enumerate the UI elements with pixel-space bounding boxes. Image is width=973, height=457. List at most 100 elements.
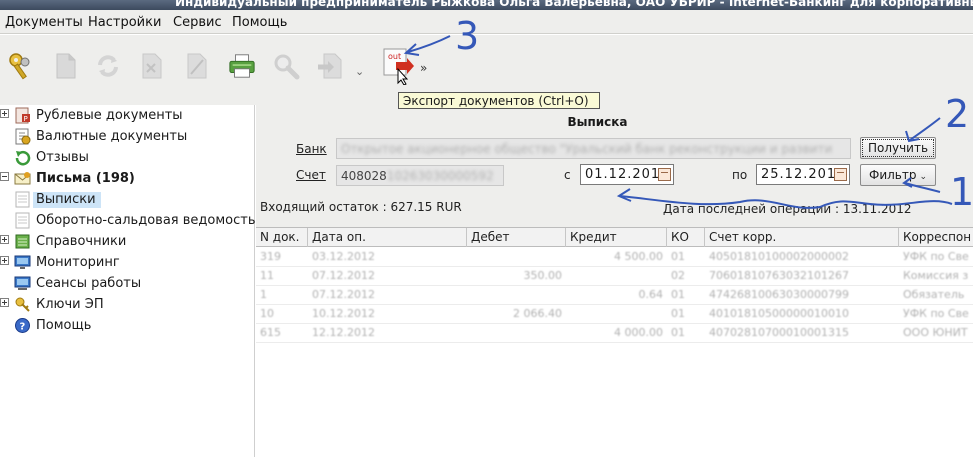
- edit-document-icon[interactable]: [183, 51, 211, 81]
- from-date-value: 01.12.201: [585, 167, 661, 182]
- cell-debit: 350.00: [523, 269, 563, 282]
- sidebar-item-label: Мониторинг: [36, 255, 120, 270]
- export-icon-text: out: [388, 52, 401, 61]
- table-row[interactable]: 615 12.12.2012 4 000.00 01 4070281070001…: [256, 324, 973, 343]
- sidebar-item-ruble-documents[interactable]: P Рублевые документы: [0, 105, 254, 126]
- key-icon: [15, 297, 30, 312]
- cell-credit: [566, 305, 667, 324]
- column-header-correspondent[interactable]: Корреспон: [899, 228, 973, 247]
- cell-correspondent: УФК по Све: [903, 250, 969, 263]
- to-date-value: 25.12.201: [761, 167, 837, 182]
- get-statement-button[interactable]: Получить: [860, 137, 936, 159]
- menu-help[interactable]: Помощь: [232, 15, 287, 30]
- statement-icon: [15, 191, 30, 208]
- cell-correspondent: УФК по Све: [903, 307, 969, 320]
- sidebar-item-help[interactable]: ? Помощь: [0, 315, 254, 336]
- sidebar-item-monitoring[interactable]: Мониторинг: [0, 252, 254, 273]
- annotation-number-3: 3: [455, 14, 480, 58]
- collapse-icon[interactable]: [0, 172, 9, 181]
- to-date-input[interactable]: 25.12.201: [756, 164, 850, 185]
- sidebar-item-label: Рублевые документы: [36, 108, 183, 123]
- sidebar-item-letters[interactable]: Письма (198): [0, 168, 254, 189]
- balance-sheet-icon: [15, 212, 30, 229]
- menu-service[interactable]: Сервис: [173, 15, 222, 30]
- calendar-icon[interactable]: [658, 168, 671, 181]
- cell-correspondent: Обязатель: [903, 288, 965, 301]
- menu-bar: Документы Настройки Сервис Помощь: [0, 10, 973, 34]
- directory-icon: [15, 234, 30, 249]
- export-documents-icon[interactable]: out: [380, 47, 414, 85]
- import-document-icon[interactable]: [316, 51, 344, 81]
- annotation-number-2: 2: [945, 92, 970, 136]
- cell-ko: 01: [671, 288, 685, 301]
- search-icon[interactable]: [272, 51, 300, 81]
- keys-icon[interactable]: [6, 51, 34, 81]
- sidebar-item-statements[interactable]: Выписки: [0, 189, 254, 210]
- cell-doc-number: 319: [260, 250, 281, 263]
- sidebar-item-directories[interactable]: Справочники: [0, 231, 254, 252]
- statement-panel: Выписка Банк Открытое акционерное общест…: [256, 105, 973, 457]
- table-row[interactable]: 10 10.12.2012 2 066.40 01 40101810500000…: [256, 305, 973, 324]
- menu-settings[interactable]: Настройки: [88, 15, 161, 30]
- sidebar-item-label: Ключи ЭП: [36, 297, 104, 312]
- cell-operation-date: 12.12.2012: [312, 326, 375, 339]
- column-header-ko[interactable]: КО: [667, 228, 705, 247]
- menu-documents[interactable]: Документы: [5, 15, 83, 30]
- cell-doc-number: 1: [260, 288, 267, 301]
- cell-operation-date: 03.12.2012: [312, 250, 375, 263]
- window-title: Индивидуальный предприниматель Рыжкова О…: [175, 0, 973, 9]
- cell-ko: 01: [671, 250, 685, 263]
- more-tools-icon[interactable]: »: [420, 61, 427, 75]
- account-label[interactable]: Счет: [296, 168, 326, 182]
- export-tooltip: Экспорт документов (Ctrl+O): [398, 92, 600, 109]
- print-icon[interactable]: [228, 51, 256, 81]
- column-header-credit[interactable]: Кредит: [566, 228, 667, 247]
- cell-credit: [566, 267, 667, 286]
- column-header-debit[interactable]: Дебет: [467, 228, 566, 247]
- from-date-input[interactable]: 01.12.201: [580, 164, 674, 185]
- calendar-icon[interactable]: [834, 168, 847, 181]
- new-document-icon[interactable]: [52, 51, 80, 81]
- expand-icon[interactable]: [0, 109, 9, 118]
- expand-icon[interactable]: [0, 298, 9, 307]
- account-field[interactable]: 40802810263030000592: [336, 165, 504, 186]
- annotation-number-1: 1: [950, 170, 973, 214]
- sidebar-item-ep-keys[interactable]: Ключи ЭП: [0, 294, 254, 315]
- bank-field[interactable]: Открытое акционерное общество "Уральский…: [336, 138, 851, 159]
- incoming-balance: Входящий остаток : 627.15 RUR: [260, 200, 462, 214]
- sidebar-item-balance-sheet[interactable]: Оборотно-сальдовая ведомость: [0, 210, 255, 231]
- chevron-down-icon: ⌄: [919, 172, 928, 182]
- sidebar-item-label: Помощь: [36, 318, 92, 333]
- expand-icon[interactable]: [0, 256, 9, 265]
- cell-doc-number: 11: [260, 269, 274, 282]
- refresh-icon[interactable]: [94, 51, 122, 81]
- cell-credit: 0.64: [638, 288, 664, 301]
- sidebar-item-recalls[interactable]: Отзывы: [0, 147, 254, 168]
- sidebar-item-currency-documents[interactable]: Валютные документы: [0, 126, 254, 147]
- cell-ko: 01: [671, 307, 685, 320]
- sidebar-item-sessions[interactable]: Сеансы работы: [0, 273, 254, 294]
- svg-text:?: ?: [20, 322, 26, 333]
- column-header-doc-number[interactable]: N док.: [256, 228, 308, 247]
- column-header-operation-date[interactable]: Дата оп.: [308, 228, 467, 247]
- sidebar-item-label: Письма (198): [36, 171, 135, 186]
- cell-corr-account: 47426810063030000799: [709, 288, 849, 301]
- cell-operation-date: 10.12.2012: [312, 307, 375, 320]
- table-row[interactable]: 11 07.12.2012 350.00 02 7060181076303210…: [256, 267, 973, 286]
- column-header-corr-account[interactable]: Счет корр.: [705, 228, 899, 247]
- cell-doc-number: 10: [260, 307, 274, 320]
- cell-operation-date: 07.12.2012: [312, 269, 375, 282]
- table-row[interactable]: 1 07.12.2012 0.64 01 4742681006303000079…: [256, 286, 973, 305]
- filter-button[interactable]: Фильтр ⌄: [860, 164, 936, 186]
- from-label: с: [564, 168, 571, 182]
- cell-debit: [467, 324, 566, 343]
- delete-document-icon[interactable]: [138, 51, 166, 81]
- panel-title: Выписка: [567, 115, 628, 129]
- statement-table[interactable]: N док. Дата оп. Дебет Кредит КО Счет кор…: [256, 227, 973, 457]
- bank-label[interactable]: Банк: [296, 142, 327, 156]
- cell-ko: 01: [671, 326, 685, 339]
- chevron-down-icon[interactable]: ⌄: [355, 65, 364, 78]
- cell-corr-account: 40501810100002000002: [709, 250, 849, 263]
- expand-icon[interactable]: [0, 235, 9, 244]
- table-row[interactable]: 319 03.12.2012 4 500.00 01 4050181010000…: [256, 248, 973, 267]
